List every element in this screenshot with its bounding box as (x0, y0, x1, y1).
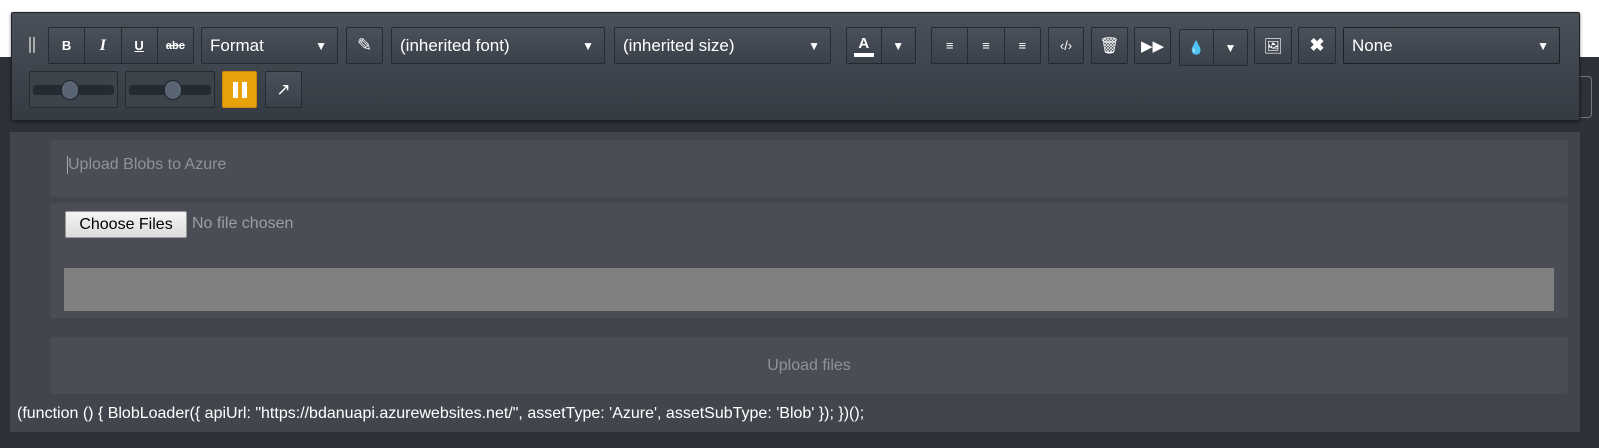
pause-button[interactable] (222, 71, 257, 108)
align-left-button[interactable]: ≡ (932, 28, 969, 63)
strikethrough-button[interactable]: abc (158, 28, 193, 63)
size-dropdown[interactable]: (inherited size) ▼ (614, 27, 831, 64)
editor-toolbar: B I U abc Format ▼ ✎ (inherited font) ▼ (i… (11, 12, 1580, 121)
forward-button[interactable]: ▶▶ (1134, 27, 1171, 64)
fast-forward-icon: ▶▶ (1140, 37, 1165, 55)
slider-1[interactable] (29, 71, 118, 108)
align-left-icon: ≡ (945, 38, 954, 53)
close-icon: ✖ (1309, 35, 1325, 55)
slider-knob[interactable] (164, 80, 182, 100)
chevron-down-icon: ▼ (1537, 38, 1549, 53)
droplet-icon: 💧 (1188, 39, 1205, 55)
align-center-icon: ≡ (982, 38, 990, 53)
external-link-icon: ↗ (276, 79, 291, 99)
image-icon: 🖼 (1263, 37, 1283, 55)
color-swatch (853, 52, 874, 57)
slider-knob[interactable] (61, 80, 79, 100)
font-dropdown[interactable]: (inherited font) ▼ (391, 27, 605, 64)
font-color-button[interactable]: A (847, 28, 882, 63)
font-color-dropdown[interactable]: ▼ (882, 28, 916, 63)
font-value: (inherited font) (400, 35, 510, 55)
upload-files-button[interactable]: Upload files (50, 337, 1568, 394)
popout-button[interactable]: ↗ (265, 71, 302, 108)
chevron-down-icon: ▼ (808, 38, 820, 53)
slider-2[interactable] (125, 71, 215, 108)
style-value: None (1352, 35, 1393, 55)
bold-button[interactable]: B (49, 28, 86, 63)
title-field[interactable]: Upload Blobs to Azure (50, 140, 1568, 197)
script-code-text: (function () { BlobLoader({ apiUrl: "htt… (17, 405, 865, 422)
chevron-down-icon: ▼ (582, 38, 594, 53)
delete-button[interactable]: 🗑 (1091, 27, 1128, 64)
close-button[interactable]: ✖ (1298, 27, 1336, 64)
trash-icon: 🗑 (1099, 37, 1120, 55)
choose-files-button[interactable]: Choose Files (65, 211, 187, 238)
underline-button[interactable]: U (122, 28, 158, 63)
style-dropdown[interactable]: None ▼ (1343, 27, 1560, 64)
upload-progress-bar (64, 268, 1554, 311)
background-color-button[interactable]: 💧 (1180, 30, 1214, 65)
insert-image-button[interactable]: 🖼 (1254, 27, 1292, 64)
font-color-letter: A (858, 34, 870, 52)
source-code-button[interactable]: ‹/› (1048, 27, 1084, 64)
code-icon: ‹/› (1059, 38, 1073, 53)
size-value: (inherited size) (623, 35, 735, 55)
drag-handle-icon[interactable] (29, 37, 35, 53)
background-color-group: 💧 ▼ (1179, 29, 1248, 66)
text-style-group: B I U abc (48, 27, 194, 64)
format-dropdown[interactable]: Format ▼ (201, 27, 338, 64)
align-right-icon: ≡ (1018, 38, 1027, 53)
font-color-group: A ▼ (846, 27, 916, 64)
chevron-down-icon: ▼ (892, 38, 905, 53)
alignment-group: ≡ ≡ ≡ (931, 27, 1041, 64)
clear-formatting-button[interactable]: ✎ (346, 27, 383, 64)
background-color-dropdown[interactable]: ▼ (1214, 30, 1247, 65)
pause-icon (232, 81, 247, 98)
format-value: Format (210, 35, 264, 55)
chevron-down-icon: ▼ (1224, 40, 1237, 55)
eraser-icon: ✎ (356, 35, 373, 55)
title-placeholder: Upload Blobs to Azure (67, 156, 227, 174)
align-center-button[interactable]: ≡ (968, 28, 1005, 63)
no-file-label: No file chosen (192, 215, 294, 232)
italic-button[interactable]: I (85, 28, 122, 63)
chevron-down-icon: ▼ (315, 38, 327, 53)
align-right-button[interactable]: ≡ (1005, 28, 1040, 63)
content-panel: Upload Blobs to Azure Choose Files No fi… (10, 132, 1580, 432)
